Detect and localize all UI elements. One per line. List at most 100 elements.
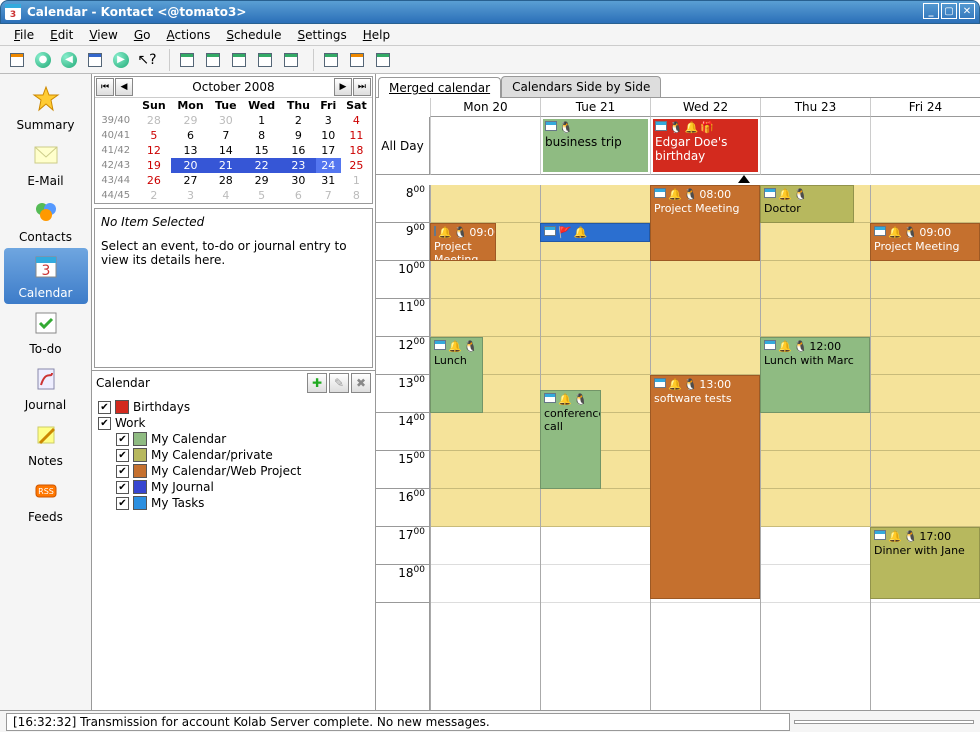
view-day-button[interactable] — [176, 49, 198, 71]
day-cell[interactable]: 22 — [242, 158, 281, 173]
menu-go[interactable]: Go — [126, 26, 159, 44]
view-list-button[interactable] — [320, 49, 342, 71]
day-header[interactable]: Tue 21 — [540, 98, 650, 117]
week-number[interactable]: 44/45 — [95, 188, 136, 203]
day-cell[interactable]: 6 — [171, 128, 209, 143]
calendar-event[interactable]: 🔔🐧conference call — [540, 390, 601, 489]
day-cell[interactable]: 5 — [242, 188, 281, 203]
day-cell[interactable]: 17 — [316, 143, 341, 158]
calendar-event[interactable]: 🔔🐧17:00Dinner with Jane — [870, 527, 980, 599]
calendar-list-item[interactable]: My Calendar/Web Project — [98, 463, 369, 479]
day-cell[interactable]: 30 — [281, 173, 315, 188]
day-cell[interactable]: 24 — [316, 158, 341, 173]
day-cell[interactable]: 5 — [136, 128, 171, 143]
allday-cell[interactable] — [430, 117, 540, 175]
day-cell[interactable]: 30 — [210, 113, 242, 128]
calendar-event[interactable]: 🔔🐧08:00Project Meeting — [650, 185, 760, 261]
day-cell[interactable]: 3 — [171, 188, 209, 203]
view-5days-button[interactable] — [202, 49, 224, 71]
day-column[interactable] — [430, 185, 540, 710]
day-cell[interactable]: 2 — [281, 113, 315, 128]
day-cell[interactable]: 26 — [136, 173, 171, 188]
remove-calendar-button[interactable]: ✖ — [351, 373, 371, 393]
close-button[interactable]: ✕ — [959, 3, 975, 19]
checkbox-icon[interactable] — [116, 433, 129, 446]
calendar-event[interactable]: 🚩🔔Call Pet — [540, 223, 650, 242]
day-cell[interactable]: 2 — [136, 188, 171, 203]
allday-cell[interactable]: 🐧🔔🎁Edgar Doe's birthday — [650, 117, 760, 175]
day-cell[interactable]: 27 — [171, 173, 209, 188]
sidebar-item-summary[interactable]: Summary — [4, 80, 88, 136]
menu-settings[interactable]: Settings — [289, 26, 354, 44]
allday-cell[interactable] — [870, 117, 980, 175]
day-cell[interactable]: 1 — [242, 113, 281, 128]
tab-sidebyside[interactable]: Calendars Side by Side — [501, 76, 661, 97]
sidebar-item-feeds[interactable]: RSSFeeds — [4, 472, 88, 528]
menu-edit[interactable]: Edit — [42, 26, 81, 44]
day-cell[interactable]: 18 — [341, 143, 372, 158]
view-week-button[interactable] — [228, 49, 250, 71]
day-cell[interactable]: 4 — [341, 113, 372, 128]
day-header[interactable]: Wed 22 — [650, 98, 760, 117]
menu-actions[interactable]: Actions — [158, 26, 218, 44]
day-cell[interactable]: 7 — [316, 188, 341, 203]
prev-month-button[interactable]: ◀ — [115, 78, 133, 96]
allday-cell[interactable] — [760, 117, 870, 175]
day-cell[interactable]: 21 — [210, 158, 242, 173]
day-column[interactable] — [760, 185, 870, 710]
day-cell[interactable]: 6 — [281, 188, 315, 203]
prev-year-button[interactable]: ⏮ — [96, 78, 114, 96]
sidebar-item-journal[interactable]: Journal — [4, 360, 88, 416]
sidebar-item-e-mail[interactable]: E-Mail — [4, 136, 88, 192]
nav-grid-button[interactable] — [84, 49, 106, 71]
next-year-button[interactable]: ⏭ — [353, 78, 371, 96]
edit-calendar-button[interactable]: ✎ — [329, 373, 349, 393]
checkbox-icon[interactable] — [116, 497, 129, 510]
allday-cell[interactable]: 🐧business trip — [540, 117, 650, 175]
week-number[interactable]: 39/40 — [95, 113, 136, 128]
day-cell[interactable]: 10 — [316, 128, 341, 143]
calendar-event[interactable]: 🔔🐧09:00Project Meeting — [430, 223, 496, 261]
calendar-event[interactable]: 🔔🐧Lunch — [430, 337, 483, 413]
day-header[interactable]: Fri 24 — [870, 98, 980, 117]
view-journal-button[interactable] — [372, 49, 394, 71]
nav-back-button[interactable]: ◀ — [58, 49, 80, 71]
nav-forward-button[interactable]: ▶ — [110, 49, 132, 71]
day-cell[interactable]: 23 — [281, 158, 315, 173]
new-event-button[interactable] — [6, 49, 28, 71]
day-cell[interactable]: 20 — [171, 158, 209, 173]
sidebar-item-calendar[interactable]: 3Calendar — [4, 248, 88, 304]
calendar-list-item[interactable]: My Calendar/private — [98, 447, 369, 463]
day-cell[interactable]: 13 — [171, 143, 209, 158]
calendar-list-item[interactable]: Work — [98, 415, 369, 431]
calendar-list-item[interactable]: My Journal — [98, 479, 369, 495]
calendar-event[interactable]: 🔔🐧12:00Lunch with Marc — [760, 337, 870, 413]
day-cell[interactable]: 11 — [341, 128, 372, 143]
find-button[interactable]: ↖? — [136, 49, 158, 71]
week-number[interactable]: 43/44 — [95, 173, 136, 188]
day-column[interactable] — [870, 185, 980, 710]
week-number[interactable]: 40/41 — [95, 128, 136, 143]
minimize-button[interactable]: _ — [923, 3, 939, 19]
checkbox-icon[interactable] — [98, 401, 111, 414]
sidebar-item-contacts[interactable]: Contacts — [4, 192, 88, 248]
add-calendar-button[interactable]: ✚ — [307, 373, 327, 393]
day-cell[interactable]: 29 — [171, 113, 209, 128]
sidebar-item-notes[interactable]: Notes — [4, 416, 88, 472]
day-cell[interactable]: 29 — [242, 173, 281, 188]
view-todo-button[interactable] — [346, 49, 368, 71]
view-workweek-button[interactable] — [254, 49, 276, 71]
day-cell[interactable]: 31 — [316, 173, 341, 188]
day-cell[interactable]: 25 — [341, 158, 372, 173]
day-cell[interactable]: 28 — [210, 173, 242, 188]
day-header[interactable]: Thu 23 — [760, 98, 870, 117]
day-cell[interactable]: 16 — [281, 143, 315, 158]
checkbox-icon[interactable] — [98, 417, 111, 430]
day-cell[interactable]: 7 — [210, 128, 242, 143]
menu-help[interactable]: Help — [355, 26, 398, 44]
checkbox-icon[interactable] — [116, 449, 129, 462]
day-cell[interactable]: 9 — [281, 128, 315, 143]
calendar-event[interactable]: 🔔🐧09:00Project Meeting — [870, 223, 980, 261]
day-cell[interactable]: 19 — [136, 158, 171, 173]
week-number[interactable]: 41/42 — [95, 143, 136, 158]
